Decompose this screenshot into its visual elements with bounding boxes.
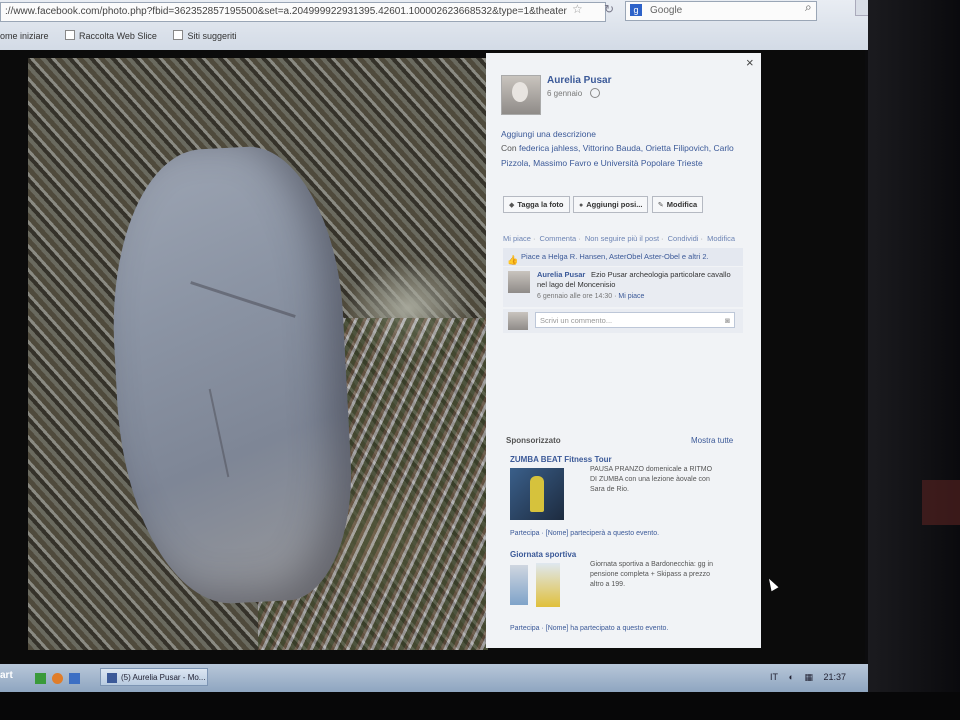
- edit-label: Modifica: [666, 200, 698, 209]
- quicklaunch-firefox-icon[interactable]: [52, 673, 63, 684]
- comment-link[interactable]: Commenta: [540, 234, 577, 243]
- reload-icon[interactable]: ↻: [604, 2, 614, 16]
- share-link[interactable]: Condividi: [668, 234, 699, 243]
- unfollow-link[interactable]: Non seguire più il post: [585, 234, 659, 243]
- add-description-link[interactable]: Aggiungi una descrizione: [501, 129, 596, 139]
- volume-icon[interactable]: ◐: [789, 672, 794, 682]
- monitor-bottom-bezel: [0, 692, 960, 720]
- ad-text: PAUSA PRANZO domenicale a RITMO DI ZUMBA…: [590, 466, 713, 493]
- clock[interactable]: 21:37: [824, 672, 847, 682]
- network-icon[interactable]: ▦: [804, 672, 813, 682]
- comment-meta: 6 gennaio alle ore 14:30 · Mi piace: [537, 293, 645, 300]
- facebook-icon: [107, 673, 117, 683]
- ad-text: Giornata sportiva a Bardonecchia: gg in …: [590, 561, 713, 588]
- write-comment-row: Scrivi un commento... ◙: [503, 309, 743, 333]
- language-indicator[interactable]: IT: [770, 672, 778, 682]
- bookmark-getting-started[interactable]: ome iniziare: [0, 31, 49, 41]
- tagged-names[interactable]: federica jahless, Vittorino Bauda, Oriet…: [501, 143, 734, 168]
- ad-image[interactable]: [510, 468, 564, 520]
- with-prefix: Con: [501, 143, 517, 153]
- post-actions: Mi piace · Commenta · Non seguire più il p…: [503, 234, 736, 243]
- ad-skier-image: [536, 563, 560, 607]
- commenter-avatar[interactable]: [508, 271, 530, 293]
- start-button[interactable]: art: [0, 670, 13, 681]
- ad-join-link[interactable]: Partecipa · [Nome] ha partecipato a ques…: [510, 625, 668, 632]
- photo-viewer-image[interactable]: [28, 58, 488, 650]
- ad-skier-image: [510, 565, 528, 605]
- close-icon[interactable]: ×: [746, 55, 754, 70]
- bookmark-star-icon[interactable]: ☆: [572, 2, 583, 16]
- tag-icon: ◆: [509, 202, 515, 209]
- search-engine-label: Google: [650, 5, 683, 16]
- windows-taskbar: art (5) Aurelia Pusar - Mo... IT ◐ ▦ 21:…: [0, 664, 868, 692]
- likes-text[interactable]: Piace a Helga R. Hansen, AsterObel Aster…: [521, 248, 709, 266]
- quicklaunch-desktop-icon[interactable]: [35, 673, 46, 684]
- privacy-globe-icon[interactable]: [590, 88, 600, 98]
- pencil-icon: ✎: [657, 202, 664, 209]
- taskbar-window-button[interactable]: (5) Aurelia Pusar - Mo...: [100, 668, 208, 686]
- show-all-ads-link[interactable]: Mostra tutte: [691, 436, 733, 445]
- ad-title[interactable]: ZUMBA BEAT Fitness Tour: [510, 455, 612, 464]
- bookmark-suggested-sites[interactable]: Siti suggeriti: [173, 30, 237, 41]
- author-avatar[interactable]: [501, 75, 541, 115]
- photo-info-panel: × Aurelia Pusar 6 gennaio Aggiungi una d…: [486, 53, 761, 648]
- likes-summary: 👍 Piace a Helga R. Hansen, AsterObel Ast…: [503, 248, 743, 266]
- author-name[interactable]: Aurelia Pusar: [547, 75, 611, 86]
- tag-photo-label: Tagga la foto: [517, 200, 564, 209]
- bookmark-suggested-label: Siti suggeriti: [187, 31, 237, 41]
- camera-icon[interactable]: ◙: [725, 313, 730, 329]
- like-link[interactable]: Mi piace: [503, 234, 531, 243]
- quicklaunch-ie-icon[interactable]: [69, 673, 80, 684]
- add-place-label: Aggiungi posi...: [586, 200, 643, 209]
- comment-time[interactable]: 6 gennaio alle ore 14:30: [537, 293, 612, 300]
- ad-join-link[interactable]: Partecipa · [Nome] parteciperà a questo …: [510, 530, 659, 537]
- system-tray: IT ◐ ▦ 21:37: [770, 672, 854, 683]
- comment-placeholder: Scrivi un commento...: [540, 316, 613, 325]
- sponsored-heading: Sponsorizzato: [506, 436, 561, 445]
- comment-text: Ezio Pusar archeologia particolare caval…: [537, 270, 731, 289]
- browser-toolbar: ://www.facebook.com/photo.php?fbid=36235…: [0, 0, 879, 50]
- avatar-face: [512, 82, 528, 102]
- bookmarks-bar: ome iniziare Raccolta Web Slice Siti sug…: [0, 30, 250, 41]
- search-magnifier-icon[interactable]: ⌕: [805, 0, 812, 15]
- comment-item: Aurelia Pusar Ezio Pusar archeologia par…: [503, 267, 743, 307]
- address-bar[interactable]: ://www.facebook.com/photo.php?fbid=36235…: [0, 2, 606, 22]
- post-date[interactable]: 6 gennaio: [547, 89, 582, 98]
- suggested-sites-icon: [173, 30, 184, 40]
- ad-image[interactable]: [510, 563, 564, 609]
- tag-photo-button[interactable]: ◆ Tagga la foto: [503, 196, 570, 213]
- bezel-reflection: [922, 480, 960, 525]
- ad-dancer-figure: [530, 476, 544, 512]
- google-icon: g: [630, 4, 642, 16]
- photo-actions-row: ◆ Tagga la foto ● Aggiungi posi... ✎ Modifi…: [503, 194, 704, 213]
- rock-shape: [104, 142, 358, 609]
- comment-like-link[interactable]: Mi piace: [618, 293, 644, 300]
- web-slice-icon: [65, 30, 76, 40]
- add-place-button[interactable]: ● Aggiungi posi...: [572, 196, 649, 213]
- viewer-avatar: [508, 312, 528, 330]
- ad-title[interactable]: Giornata sportiva: [510, 550, 576, 559]
- comment-input[interactable]: Scrivi un commento... ◙: [535, 312, 735, 328]
- monitor-bezel: [868, 0, 960, 720]
- edit-button[interactable]: ✎ Modifica: [651, 196, 704, 213]
- bookmark-web-slice[interactable]: Raccolta Web Slice: [65, 30, 157, 41]
- search-box[interactable]: g Google: [625, 1, 817, 21]
- tagged-people: Con federica jahless, Vittorino Bauda, O…: [501, 141, 746, 171]
- edit-link[interactable]: Modifica: [707, 234, 735, 243]
- taskbar-window-title: (5) Aurelia Pusar - Mo...: [121, 673, 206, 682]
- bookmark-web-slice-label: Raccolta Web Slice: [79, 31, 157, 41]
- location-pin-icon: ●: [578, 202, 584, 209]
